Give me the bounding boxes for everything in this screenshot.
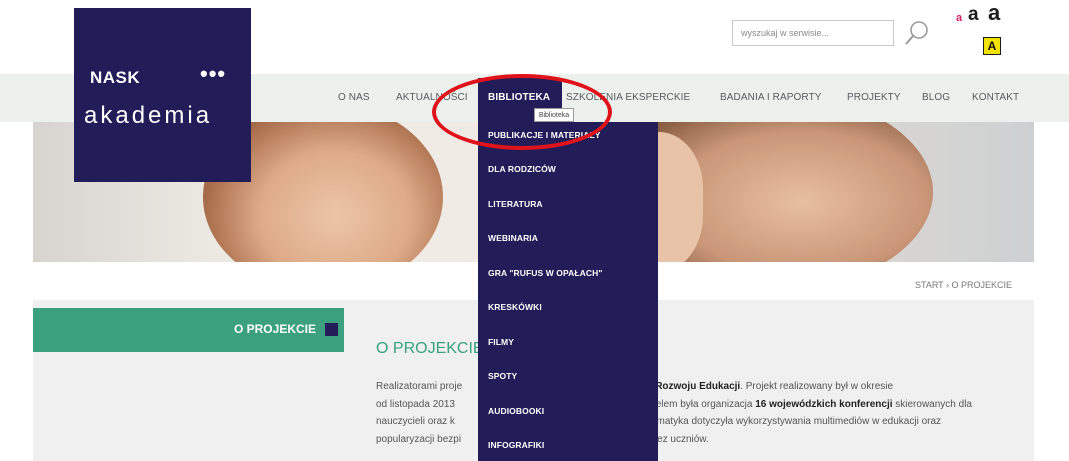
dropdown-item-infografiki[interactable]: INFOGRAFIKI (488, 440, 544, 450)
dropdown-item-kreskowki[interactable]: KRESKÓWKI (488, 302, 542, 312)
dropdown-item-dla-rodzicow[interactable]: DLA RODZICÓW (488, 164, 556, 174)
square-icon (325, 323, 338, 336)
logo-dots: ••• (200, 61, 227, 86)
nav-item-badania[interactable]: BADANIA I RAPORTY (720, 92, 822, 103)
nav-item-kontakt[interactable]: KONTAKT (972, 92, 1019, 103)
dropdown-item-spoty[interactable]: SPOTY (488, 371, 517, 381)
search-placeholder: wyszukaj w serwisie... (741, 28, 830, 38)
logo-nask-text: NASK (90, 68, 141, 87)
dropdown-item-audiobooki[interactable]: AUDIOBOOKI (488, 406, 544, 416)
dropdown-item-filmy[interactable]: FILMY (488, 337, 514, 347)
dropdown-item-gra-rufus[interactable]: GRA "RUFUS W OPAŁACH" (488, 268, 603, 278)
site-logo[interactable]: NASK ••• akademia (74, 8, 251, 182)
annotation-circle (432, 74, 612, 150)
sidebar-section-label: O PROJEKCIE (233, 322, 316, 336)
sidebar-section-tab[interactable]: O PROJEKCIE (33, 308, 344, 352)
biblioteka-dropdown-menu: PUBLIKACJE I MATERIAŁY DLA RODZICÓW LITE… (478, 122, 658, 461)
nav-item-projekty[interactable]: PROJEKTY (847, 92, 901, 103)
breadcrumb-current: O PROJEKCIE (951, 280, 1013, 290)
font-size-small-button[interactable]: a (956, 12, 962, 24)
font-size-medium-button[interactable]: a (968, 4, 979, 26)
contrast-button[interactable]: A (983, 37, 1001, 55)
search-input[interactable]: wyszukaj w serwisie... (732, 20, 894, 46)
nav-item-o-nas[interactable]: O NAS (338, 92, 370, 103)
font-size-large-button[interactable]: a (988, 0, 1000, 26)
content-paragraph: Realizatorami projedza oraz Ośrodek Rozw… (376, 381, 972, 445)
breadcrumb: START › O PROJEKCIE (915, 280, 1012, 290)
breadcrumb-separator: › (946, 280, 950, 290)
dropdown-item-literatura[interactable]: LITERATURA (488, 199, 543, 209)
search-icon[interactable] (902, 18, 932, 48)
logo-akademia-text: akademia (84, 102, 213, 129)
page-title: O PROJEKCIE (376, 340, 484, 357)
breadcrumb-start[interactable]: START (915, 280, 944, 290)
dropdown-item-webinaria[interactable]: WEBINARIA (488, 233, 538, 243)
nav-item-blog[interactable]: BLOG (922, 92, 950, 103)
